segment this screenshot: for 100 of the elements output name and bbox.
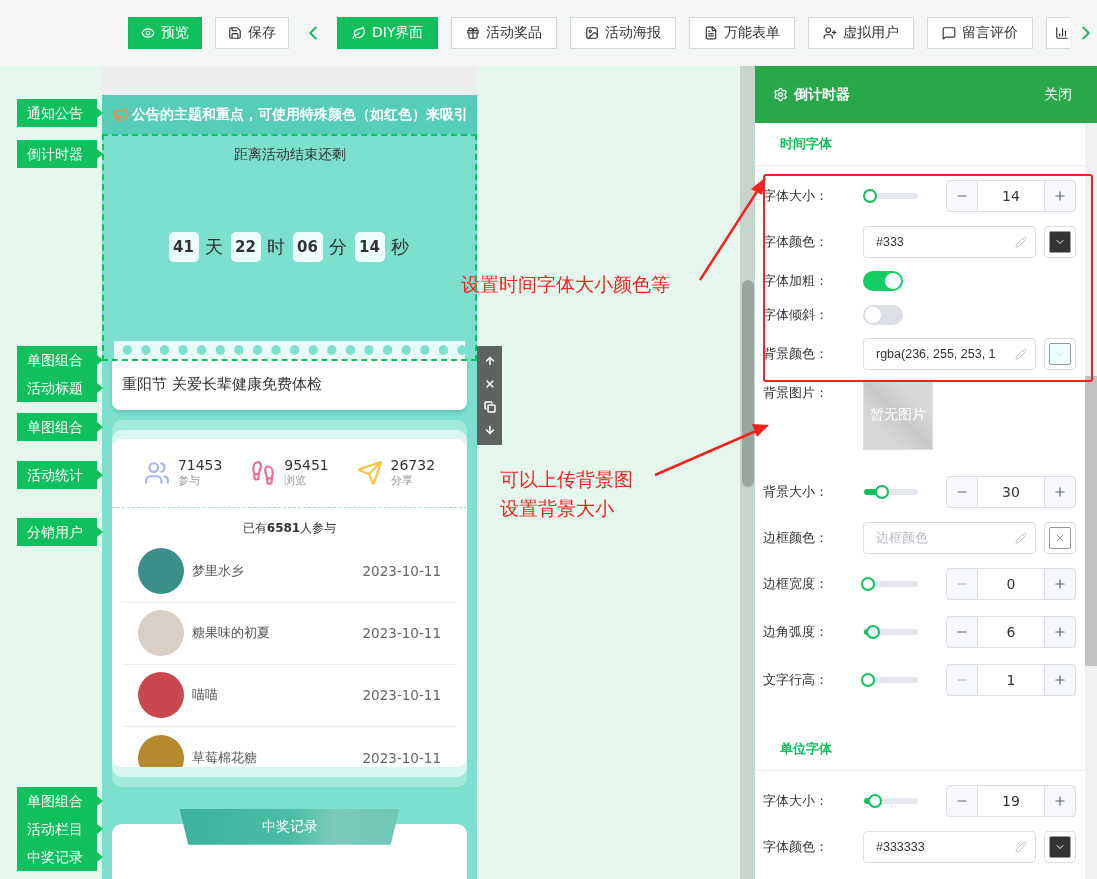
color-value: #333 [876,235,905,249]
stat-value: 26732 [390,457,436,474]
close-icon [1054,532,1066,544]
number-input[interactable]: 0 [978,568,1044,600]
toolbar-tab[interactable]: 活动奖品 [451,17,558,49]
participant-name: 梦里水乡 [192,562,245,581]
participant-name: 糖果味的初夏 [192,624,271,643]
number-input[interactable]: 14 [978,180,1044,212]
countdown-digit: 22 [230,232,261,263]
section-banner: 中奖记录 [179,808,400,845]
pencil-icon [1015,348,1027,360]
field-label: 字体大小： [763,792,829,810]
avatar-photo-placeholder [138,548,184,595]
annotation-text: 可以上传背景图 [500,467,633,492]
delete-button[interactable] [483,378,496,391]
toggle-switch[interactable] [863,271,903,291]
countdown-digit: 06 [292,232,323,263]
color-input-field[interactable]: #333 [863,226,1036,258]
footprints-icon [250,459,277,486]
tab-icon [585,26,600,40]
activity-title: 重阳节 关爱长辈健康免费体检 [112,359,467,410]
scrollbar[interactable] [740,66,755,879]
color-input-field[interactable]: rgba(236, 255, 253, 1 [863,338,1036,370]
panel-title: 倒计时器 [794,85,851,104]
field-label: 字体倾斜： [763,306,829,324]
number-input[interactable]: 30 [978,476,1044,508]
stat-label: 参与 [177,473,201,489]
save-button[interactable]: 保存 [215,17,289,49]
field-label: 字体颜色： [763,838,829,856]
pencil-icon [1015,236,1027,248]
participant-date: 2023-10-11 [362,625,441,642]
stat-value: 95451 [284,457,329,474]
field-label: 边框颜色： [763,529,829,547]
pencil-icon [1015,841,1027,853]
partial-tab[interactable] [1046,17,1070,49]
field-label: 字体加粗： [763,272,829,290]
avatar-photo-placeholder [138,672,184,719]
participant-date: 2023-10-11 [362,687,441,704]
tab-icon [823,26,838,40]
increment-button[interactable] [1044,180,1076,212]
increment-button[interactable] [1044,568,1076,600]
countdown-unit: 分 [328,235,347,260]
tab-icon [466,26,481,40]
toolbar-tab[interactable]: 活动海报 [570,17,677,49]
field-label: 背景颜色： [763,345,829,363]
slider-thumb[interactable] [874,485,889,499]
increment-button[interactable] [1044,476,1076,508]
slider-thumb[interactable] [861,577,875,591]
slider-thumb[interactable] [867,794,882,808]
toggle-switch[interactable] [863,305,903,325]
decrement-button[interactable] [946,180,978,212]
tab-icon [942,26,957,40]
copy-button[interactable] [483,400,496,413]
field-label: 字体颜色： [763,233,829,251]
toolbar-tab[interactable]: 万能表单 [689,17,796,49]
plus-icon [1053,673,1067,687]
pencil-icon [1015,532,1027,544]
decrement-button[interactable] [946,476,978,508]
countdown-digit: 41 [168,232,199,263]
field-label: 字体大小： [763,187,829,205]
move-up-button[interactable] [483,355,496,368]
slider-thumb[interactable] [863,189,878,203]
participant-date: 2023-10-11 [362,749,441,766]
scrollbar[interactable] [1085,123,1097,879]
settings-icon [773,87,788,102]
decrement-button[interactable] [946,785,978,817]
plus-icon [1053,625,1067,639]
increment-button[interactable] [1044,664,1076,696]
countdown-digit: 14 [354,232,385,263]
move-down-button[interactable] [483,423,496,436]
placeholder-text: 边框颜色 [876,529,929,547]
number-input[interactable]: 6 [978,616,1044,648]
field-label: 边框宽度： [763,575,829,593]
field-label: 背景图片： [763,384,829,402]
annotation-text: 设置背景大小 [500,496,615,521]
slider-thumb[interactable] [865,625,880,639]
field-label: 背景大小： [763,483,829,501]
stat-value: 71453 [177,457,223,474]
participant-summary: 已有6581人参与 [241,519,338,537]
increment-button[interactable] [1044,785,1076,817]
toolbar-tab[interactable]: 虚拟用户 [808,17,915,49]
field-label: 文字行高： [763,671,829,689]
number-input[interactable]: 1 [978,664,1044,696]
avatar-photo-placeholder [138,734,184,767]
plus-icon [1053,485,1067,499]
participant-name: 草莓棉花糖 [192,748,258,767]
tab-icon [704,26,719,40]
number-input[interactable]: 19 [978,785,1044,817]
countdown-unit: 时 [266,235,285,260]
color-value: rgba(236, 255, 253, 1 [876,347,997,361]
plus-icon [1053,794,1067,808]
plus-icon [1053,189,1067,203]
slider-thumb[interactable] [861,673,875,687]
color-input-field[interactable]: #333333 [863,831,1036,863]
decrement-button[interactable] [946,616,978,648]
countdown-heading: 距离活动结束还剩 [233,146,346,165]
countdown-unit: 秒 [390,235,409,260]
toolbar-tab[interactable]: 留言评价 [927,17,1034,49]
increment-button[interactable] [1044,616,1076,648]
plus-icon [1053,577,1067,591]
